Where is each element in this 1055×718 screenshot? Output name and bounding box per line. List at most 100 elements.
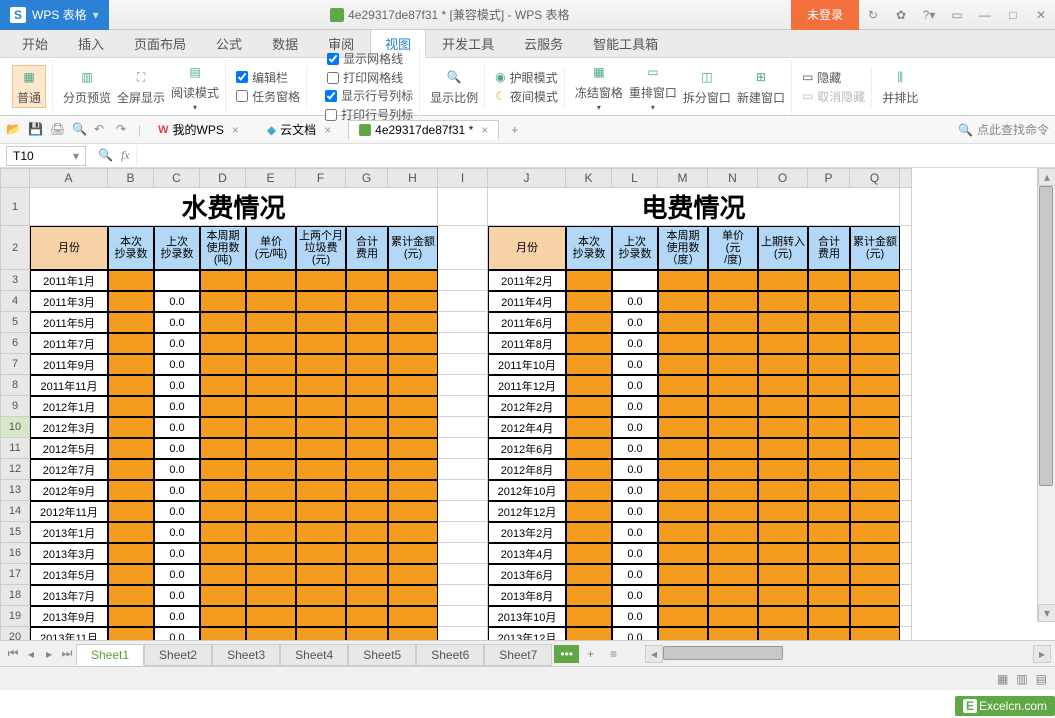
cell[interactable] <box>388 459 438 480</box>
col-header-P[interactable]: P <box>808 168 850 188</box>
more-sheets-button[interactable]: ••• <box>554 645 579 663</box>
row-header-9[interactable]: 9 <box>0 396 30 417</box>
row-header-1[interactable]: 1 <box>0 188 30 226</box>
cell[interactable] <box>438 627 488 640</box>
cell[interactable] <box>296 606 346 627</box>
cell[interactable] <box>200 564 246 585</box>
cell[interactable] <box>758 396 808 417</box>
cell[interactable] <box>708 627 758 640</box>
cell[interactable] <box>758 459 808 480</box>
cell[interactable] <box>108 291 154 312</box>
cell[interactable] <box>154 270 200 291</box>
cell[interactable] <box>200 417 246 438</box>
sheet-tab-Sheet1[interactable]: Sheet1 <box>76 644 144 666</box>
help-icon[interactable]: ?▾ <box>915 0 943 30</box>
cell[interactable]: 2011年6月 <box>488 312 566 333</box>
freeze-button[interactable]: ▦冻结窗格▾ <box>575 62 623 112</box>
cell[interactable]: 0.0 <box>612 543 658 564</box>
cell[interactable]: 0.0 <box>612 522 658 543</box>
cell[interactable] <box>808 522 850 543</box>
col-header-I[interactable]: I <box>438 168 488 188</box>
cell[interactable]: 累计金额(元) <box>850 226 900 270</box>
cell[interactable] <box>346 333 388 354</box>
cell[interactable] <box>808 606 850 627</box>
cell[interactable] <box>658 417 708 438</box>
tab-next-icon[interactable]: ▸ <box>40 644 58 664</box>
undo-icon[interactable]: ↶ <box>94 122 110 138</box>
cell[interactable] <box>758 375 808 396</box>
cell[interactable]: 2013年11月 <box>30 627 108 640</box>
cloud-tab[interactable]: ◆云文档× <box>256 118 342 141</box>
cell[interactable]: 2011年9月 <box>30 354 108 375</box>
cell[interactable] <box>346 312 388 333</box>
cell[interactable]: 0.0 <box>612 585 658 606</box>
cell[interactable] <box>808 312 850 333</box>
cell[interactable] <box>108 354 154 375</box>
cell[interactable]: 0.0 <box>612 480 658 501</box>
cell[interactable] <box>246 564 296 585</box>
unhide-button[interactable]: ▭取消隐藏 <box>802 88 865 105</box>
cell[interactable] <box>566 522 612 543</box>
cell[interactable] <box>850 564 900 585</box>
cell[interactable] <box>850 606 900 627</box>
cell[interactable] <box>900 291 912 312</box>
cell[interactable]: 0.0 <box>612 354 658 375</box>
cell[interactable] <box>246 501 296 522</box>
split-button[interactable]: ◫拆分窗口 <box>683 67 731 106</box>
cell[interactable] <box>200 480 246 501</box>
cell[interactable] <box>758 333 808 354</box>
cell[interactable] <box>658 522 708 543</box>
cell[interactable] <box>388 606 438 627</box>
row-header-13[interactable]: 13 <box>0 480 30 501</box>
cell[interactable] <box>346 438 388 459</box>
cell[interactable] <box>200 333 246 354</box>
cell[interactable] <box>246 438 296 459</box>
cell[interactable]: 0.0 <box>612 291 658 312</box>
cell[interactable] <box>388 312 438 333</box>
menu-开发工具[interactable]: 开发工具 <box>428 30 508 57</box>
cell[interactable] <box>246 312 296 333</box>
cell[interactable] <box>900 396 912 417</box>
cell[interactable] <box>438 188 488 226</box>
cell[interactable]: 2013年7月 <box>30 585 108 606</box>
cell[interactable]: 0.0 <box>612 396 658 417</box>
view-normal-status-icon[interactable]: ▦ <box>997 672 1008 686</box>
mywps-tab[interactable]: W我的WPS× <box>147 118 250 141</box>
cell[interactable]: 2012年12月 <box>488 501 566 522</box>
tab-close-icon[interactable]: × <box>324 123 331 137</box>
cell[interactable]: 0.0 <box>154 333 200 354</box>
cell[interactable] <box>758 627 808 640</box>
tab-last-icon[interactable]: ⏭ <box>58 644 76 664</box>
menu-智能工具箱[interactable]: 智能工具箱 <box>579 30 672 57</box>
cell[interactable]: 本次抄录数 <box>566 226 612 270</box>
cell[interactable] <box>566 543 612 564</box>
cell[interactable] <box>346 417 388 438</box>
cell[interactable]: 2012年3月 <box>30 417 108 438</box>
cell[interactable] <box>708 375 758 396</box>
tab-close-icon[interactable]: × <box>481 123 488 137</box>
cell[interactable] <box>246 270 296 291</box>
cell[interactable]: 0.0 <box>612 501 658 522</box>
cell[interactable] <box>850 459 900 480</box>
close-icon[interactable]: ✕ <box>1027 0 1055 30</box>
cell[interactable] <box>566 606 612 627</box>
cell[interactable]: 上次抄录数 <box>612 226 658 270</box>
row-header-6[interactable]: 6 <box>0 333 30 354</box>
cell[interactable] <box>658 459 708 480</box>
cell[interactable] <box>200 543 246 564</box>
cell[interactable] <box>388 501 438 522</box>
cell[interactable] <box>296 522 346 543</box>
sheet-tab-Sheet5[interactable]: Sheet5 <box>348 644 416 666</box>
cell[interactable] <box>246 543 296 564</box>
col-header-M[interactable]: M <box>658 168 708 188</box>
cell[interactable] <box>758 480 808 501</box>
cell[interactable] <box>438 480 488 501</box>
cell[interactable]: 2012年8月 <box>488 459 566 480</box>
cell[interactable] <box>566 585 612 606</box>
cell[interactable]: 0.0 <box>154 417 200 438</box>
cell[interactable] <box>246 627 296 640</box>
cell[interactable]: 0.0 <box>154 543 200 564</box>
cell[interactable] <box>708 459 758 480</box>
view-normal-button[interactable]: ▦普通 <box>12 65 46 108</box>
cell[interactable] <box>200 522 246 543</box>
